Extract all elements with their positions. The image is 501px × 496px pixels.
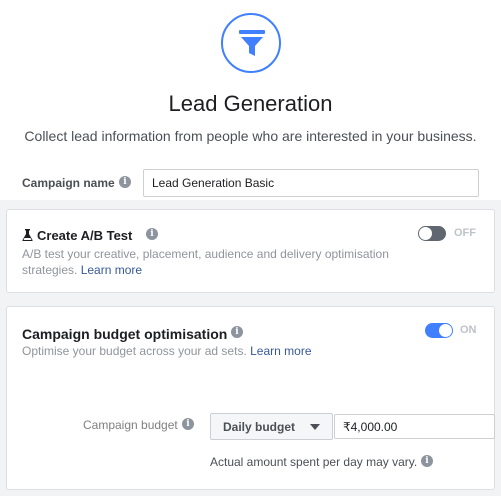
budget-note: Actual amount spent per day may vary. bbox=[210, 455, 418, 469]
budget-optimisation-card: Campaign budget optimisation i Optimise … bbox=[6, 306, 495, 490]
funnel-icon bbox=[221, 13, 281, 73]
info-icon[interactable]: i bbox=[182, 418, 194, 430]
ab-test-toggle[interactable] bbox=[418, 226, 446, 241]
objective-header: Lead Generation Collect lead information… bbox=[0, 0, 501, 200]
cbo-title: Campaign budget optimisation bbox=[22, 326, 228, 342]
cbo-toggle[interactable] bbox=[425, 323, 453, 338]
ab-test-toggle-label: OFF bbox=[454, 227, 476, 239]
cbo-toggle-label: ON bbox=[460, 324, 477, 336]
page-title: Lead Generation bbox=[168, 91, 333, 116]
campaign-budget-label: Campaign budget bbox=[83, 418, 178, 432]
ab-test-title: Create A/B Test bbox=[22, 228, 132, 243]
toggle-knob bbox=[439, 324, 452, 337]
campaign-name-input[interactable] bbox=[143, 169, 479, 197]
budget-type-value: Daily budget bbox=[223, 419, 296, 434]
ab-test-card: Create A/B Test i A/B test your creative… bbox=[6, 209, 495, 293]
toggle-knob bbox=[419, 227, 432, 240]
ab-test-description: A/B test your creative, placement, audie… bbox=[22, 246, 412, 278]
cbo-description-text: Optimise your budget across your ad sets… bbox=[22, 344, 247, 358]
info-icon[interactable]: i bbox=[119, 176, 131, 188]
info-icon[interactable]: i bbox=[231, 326, 243, 338]
ab-test-title-text: Create A/B Test bbox=[37, 228, 133, 243]
budget-type-dropdown[interactable]: Daily budget bbox=[210, 413, 333, 440]
cbo-description: Optimise your budget across your ad sets… bbox=[22, 344, 312, 358]
page-subtitle: Collect lead information from people who… bbox=[24, 128, 477, 144]
budget-amount-input[interactable] bbox=[334, 414, 495, 439]
info-icon[interactable]: i bbox=[421, 455, 433, 467]
ab-test-description-text: A/B test your creative, placement, audie… bbox=[22, 247, 389, 277]
info-icon[interactable]: i bbox=[146, 228, 158, 240]
campaign-name-label: Campaign name bbox=[22, 176, 115, 190]
caret-down-icon bbox=[310, 424, 320, 430]
cbo-learn-more-link[interactable]: Learn more bbox=[250, 344, 311, 358]
flask-icon bbox=[22, 229, 33, 241]
ab-test-learn-more-link[interactable]: Learn more bbox=[81, 263, 142, 277]
